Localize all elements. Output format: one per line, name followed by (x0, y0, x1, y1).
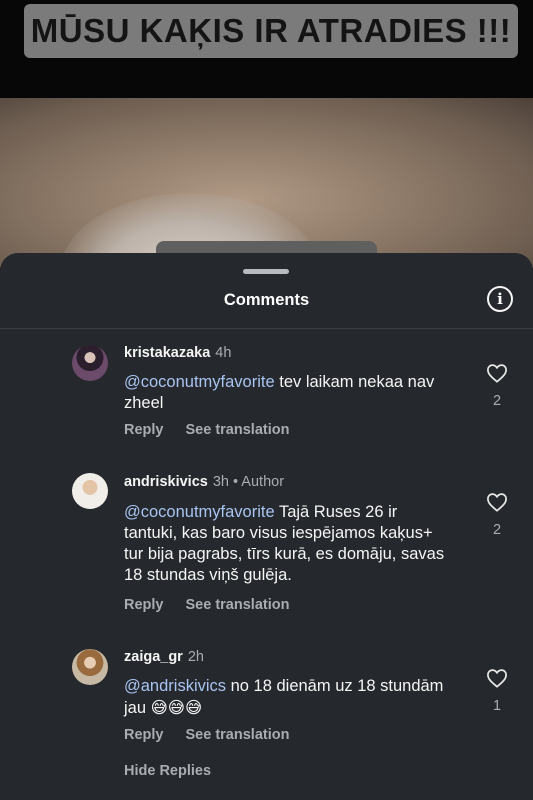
comment-meta: andriskivics 3h • Author (124, 474, 284, 490)
avatar[interactable] (72, 345, 108, 381)
comment-actions: Reply See translation (124, 727, 311, 743)
like-count: 2 (492, 393, 502, 409)
mention-link[interactable]: @andriskivics (124, 677, 226, 695)
comment-text: @andriskivics no 18 dienām uz 18 stundām… (124, 677, 444, 717)
heart-icon (487, 364, 507, 383)
timestamp: 3h (212, 474, 229, 490)
like-button[interactable]: 2 (484, 363, 510, 409)
comment-meta: kristakazaka 4h (124, 345, 231, 361)
timestamp: 4h (215, 345, 232, 361)
comment-text: @coconutmyfavorite Tajā Ruses 26 ir tant… (124, 503, 445, 584)
heart-icon (487, 669, 507, 688)
see-translation-button[interactable]: See translation (186, 727, 290, 743)
like-count: 1 (492, 698, 502, 714)
username[interactable]: zaiga_gr (124, 649, 183, 665)
comment-meta: zaiga_gr 2h (124, 649, 204, 665)
hide-replies-button[interactable]: Hide Replies (124, 763, 211, 779)
sweat-smile-emoji: 😅😅😅 (150, 698, 203, 717)
heart-icon (487, 493, 507, 512)
sheet-title: Comments (223, 291, 310, 309)
caption-text: MŪSU KAĶIS IR ATRADIES !!! (30, 12, 512, 49)
avatar[interactable] (72, 473, 108, 509)
info-icon[interactable]: i (487, 286, 513, 312)
video-preview[interactable] (0, 98, 533, 268)
author-badge: • Author (228, 474, 285, 490)
comment-actions: Reply See translation (124, 597, 311, 613)
timestamp: 2h (187, 649, 204, 665)
like-count: 2 (492, 522, 502, 538)
like-button[interactable]: 1 (484, 668, 510, 714)
see-translation-button[interactable]: See translation (186, 422, 290, 438)
comment-text: @coconutmyfavorite tev laikam nekaa nav … (124, 373, 435, 412)
reply-button[interactable]: Reply (124, 727, 164, 743)
divider (0, 328, 533, 329)
reply-button[interactable]: Reply (124, 422, 164, 438)
username[interactable]: kristakazaka (124, 345, 210, 361)
video-top-area: MŪSU KAĶIS IR ATRADIES !!! (0, 0, 533, 98)
preview-tab (156, 241, 377, 253)
like-button[interactable]: 2 (484, 492, 510, 538)
comments-sheet: Comments i kristakazaka 4h @coconutmyfavo… (0, 253, 533, 800)
reply-button[interactable]: Reply (124, 597, 164, 613)
avatar[interactable] (72, 649, 108, 685)
username[interactable]: andriskivics (124, 474, 208, 490)
mention-link[interactable]: @coconutmyfavorite (124, 373, 275, 391)
mention-link[interactable]: @coconutmyfavorite (124, 503, 275, 521)
comment-actions: Reply See translation (124, 422, 311, 438)
drag-handle[interactable] (243, 269, 289, 274)
caption-banner: MŪSU KAĶIS IR ATRADIES !!! (24, 4, 518, 58)
see-translation-button[interactable]: See translation (186, 597, 290, 613)
